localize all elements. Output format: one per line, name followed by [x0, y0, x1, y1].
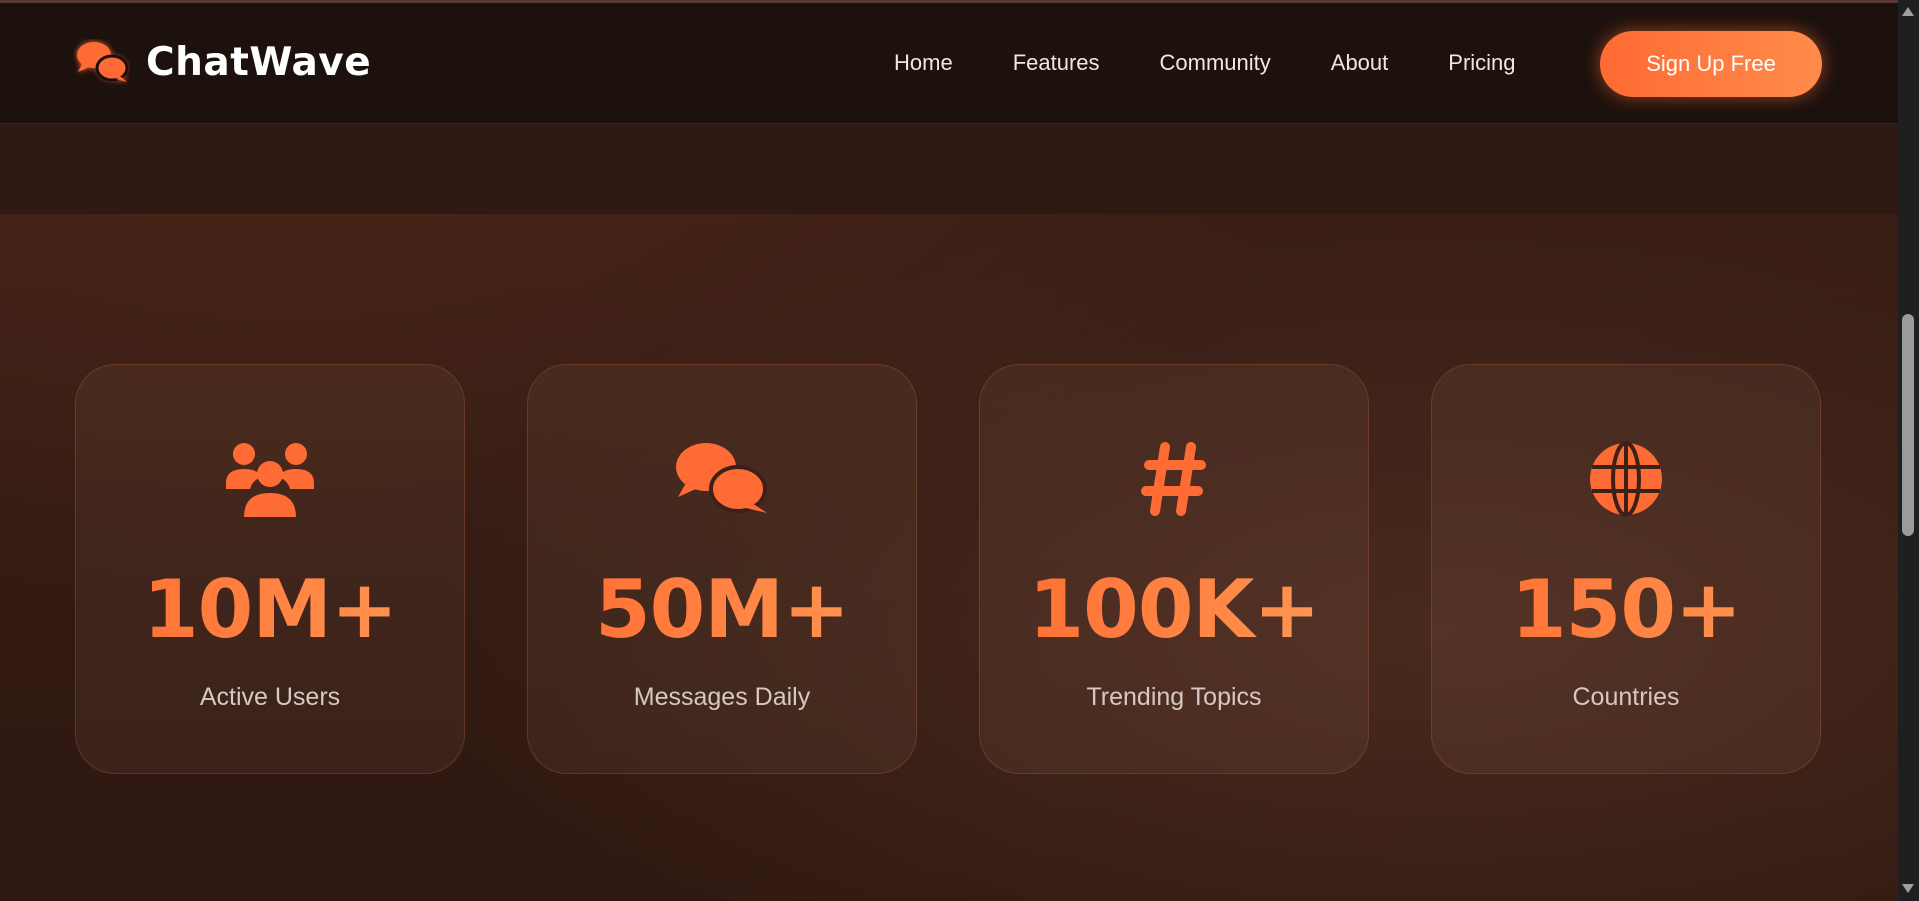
- brand-name: ChatWave: [146, 39, 372, 85]
- viewport: ChatWave Home Features Community About P…: [0, 0, 1898, 901]
- stat-value: 50M+: [528, 565, 916, 655]
- scroll-up-arrow-icon[interactable]: [1902, 7, 1914, 16]
- nav-link-features[interactable]: Features: [1013, 50, 1100, 76]
- stat-icon-wrapper: [76, 441, 464, 517]
- nav-link-pricing[interactable]: Pricing: [1448, 50, 1515, 76]
- stat-label: Trending Topics: [1086, 683, 1262, 711]
- vertical-scrollbar[interactable]: [1898, 0, 1919, 901]
- stat-label: Active Users: [199, 683, 341, 711]
- stat-value: 150+: [1432, 565, 1820, 655]
- globe-icon: [1590, 441, 1662, 517]
- scrollbar-thumb[interactable]: [1902, 314, 1914, 536]
- users-icon: [226, 443, 314, 517]
- brand-logo[interactable]: ChatWave: [74, 39, 371, 85]
- stats-section: 10M+ Active Users 50M+ Messages Daily 10…: [75, 364, 1821, 774]
- stat-card-messages-daily: 50M+ Messages Daily: [527, 364, 917, 774]
- nav-link-home[interactable]: Home: [894, 50, 953, 76]
- nav-link-about[interactable]: About: [1331, 50, 1389, 76]
- stat-icon-wrapper: [1432, 441, 1820, 517]
- chat-bubbles-icon: [77, 42, 129, 82]
- main-nav: Home Features Community About Pricing: [894, 3, 1576, 123]
- stat-value: 100K+: [980, 565, 1368, 655]
- stat-icon-wrapper: [980, 441, 1368, 517]
- stat-card-countries: 150+ Countries: [1431, 364, 1821, 774]
- page: ChatWave Home Features Community About P…: [0, 0, 1919, 901]
- stat-label: Messages Daily: [633, 683, 811, 711]
- stat-value: 10M+: [76, 565, 464, 655]
- chat-bubbles-icon: [676, 443, 767, 513]
- nav-link-community[interactable]: Community: [1160, 50, 1271, 76]
- stat-icon-wrapper: [528, 441, 916, 517]
- stat-card-active-users: 10M+ Active Users: [75, 364, 465, 774]
- stat-card-trending-topics: 100K+ Trending Topics: [979, 364, 1369, 774]
- stat-label: Countries: [1572, 683, 1680, 711]
- scroll-down-arrow-icon[interactable]: [1902, 884, 1914, 893]
- hero-section-bottom: [0, 124, 1898, 214]
- navbar: ChatWave Home Features Community About P…: [0, 3, 1898, 124]
- hashtag-icon: [1141, 442, 1206, 516]
- sign-up-button[interactable]: Sign Up Free: [1600, 31, 1822, 97]
